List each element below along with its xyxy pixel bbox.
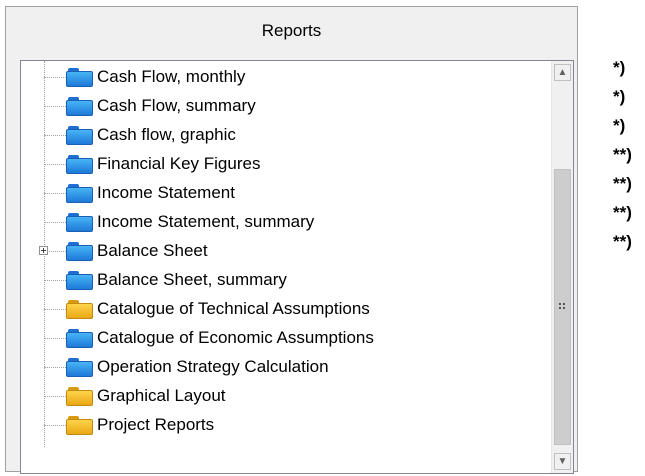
folder-yellow-icon (66, 387, 93, 406)
tree-item-label: Cash flow, graphic (97, 125, 236, 144)
tree-item-operation-strategy-calculation[interactable]: Operation Strategy Calculation (21, 353, 551, 381)
reports-panel: Reports Cash Flow, monthly Cash Flow, su… (5, 6, 578, 474)
folder-blue-icon (66, 213, 93, 232)
tree-list: Cash Flow, monthly Cash Flow, summary Ca… (21, 61, 551, 473)
tree-item-label: Income Statement, summary (97, 212, 315, 231)
tree-item-project-reports[interactable]: Project Reports (21, 411, 551, 439)
tree-item-label: Balance Sheet (97, 241, 208, 260)
chevron-up-icon: ▲ (557, 67, 568, 78)
tree-item-label: Graphical Layout (97, 386, 226, 405)
grip-icon (559, 303, 567, 311)
folder-blue-icon (66, 68, 93, 87)
tree-item-financial-key-figures[interactable]: Financial Key Figures (21, 150, 551, 178)
footnote-marker: **) (613, 145, 632, 164)
tree-item-catalogue-technical-assumptions[interactable]: Catalogue of Technical Assumptions (21, 295, 551, 323)
tree-item-label: Operation Strategy Calculation (97, 357, 329, 376)
folder-blue-icon (66, 184, 93, 203)
tree-item-balance-sheet-summary[interactable]: Balance Sheet, summary (21, 266, 551, 294)
folder-yellow-icon (66, 300, 93, 319)
footnote-marker: *) (613, 58, 626, 77)
chevron-down-icon: ▼ (557, 456, 568, 467)
panel-title: Reports (261, 21, 322, 40)
tree-item-income-statement[interactable]: Income Statement (21, 179, 551, 207)
folder-blue-icon (66, 155, 93, 174)
tree-item-label: Cash Flow, monthly (97, 67, 246, 86)
tree-item-label: Income Statement (97, 183, 235, 202)
expand-plus-icon[interactable] (39, 246, 48, 255)
footnote-marker: **) (613, 203, 632, 222)
tree-item-label: Balance Sheet, summary (97, 270, 287, 289)
folder-blue-icon (66, 329, 93, 348)
footnote-marker: **) (613, 174, 632, 193)
tree-item-label: Project Reports (97, 415, 215, 434)
tree-item-income-statement-summary[interactable]: Income Statement, summary (21, 208, 551, 236)
folder-blue-icon (66, 97, 93, 116)
tree-item-label: Catalogue of Technical Assumptions (97, 299, 370, 318)
tree-item-cash-flow-graphic[interactable]: Cash flow, graphic (21, 121, 551, 149)
scroll-up-button[interactable]: ▲ (554, 64, 571, 81)
reports-tree[interactable]: Cash Flow, monthly Cash Flow, summary Ca… (20, 60, 574, 474)
tree-item-cash-flow-summary[interactable]: Cash Flow, summary (21, 92, 551, 120)
folder-blue-icon (66, 126, 93, 145)
folder-blue-icon (66, 242, 93, 261)
tree-item-label: Financial Key Figures (97, 154, 261, 173)
tree-item-catalogue-economic-assumptions[interactable]: Catalogue of Economic Assumptions (21, 324, 551, 352)
tree-item-balance-sheet[interactable]: Balance Sheet (21, 237, 551, 265)
folder-blue-icon (66, 271, 93, 290)
footnote-marker: *) (613, 116, 626, 135)
tree-item-label: Catalogue of Economic Assumptions (97, 328, 374, 347)
scrollbar-thumb[interactable] (554, 169, 571, 445)
tree-item-cash-flow-monthly[interactable]: Cash Flow, monthly (21, 63, 551, 91)
footnote-marker: *) (613, 87, 626, 106)
folder-yellow-icon (66, 416, 93, 435)
vertical-scrollbar[interactable]: ▲ ▼ (551, 61, 573, 473)
scroll-down-button[interactable]: ▼ (554, 453, 571, 470)
footnote-marker: **) (613, 232, 632, 251)
tree-item-graphical-layout[interactable]: Graphical Layout (21, 382, 551, 410)
folder-blue-icon (66, 358, 93, 377)
tree-item-label: Cash Flow, summary (97, 96, 256, 115)
